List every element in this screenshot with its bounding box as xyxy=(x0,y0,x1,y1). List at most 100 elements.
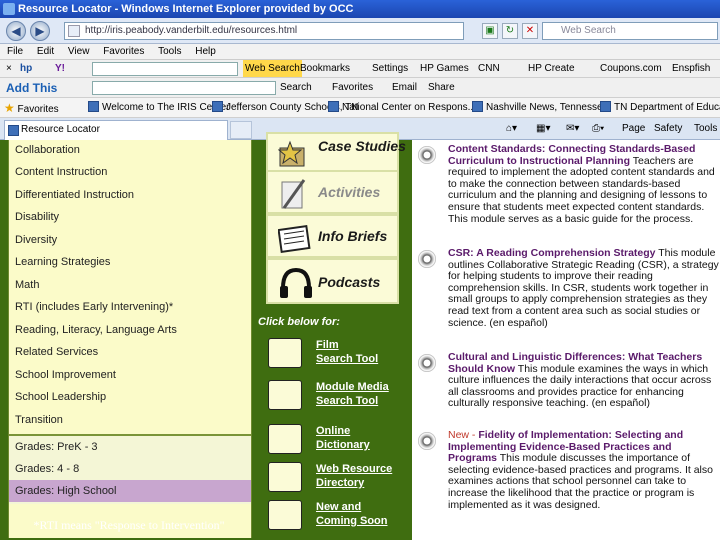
new-and-coming-soon-link[interactable]: New and Coming Soon xyxy=(268,500,398,534)
stop-icon[interactable]: ✕ xyxy=(522,23,538,39)
headphones-icon xyxy=(280,267,312,298)
film-search-tool-link[interactable]: Film Search Tool xyxy=(268,338,398,372)
tools-menu[interactable]: Tools xyxy=(694,118,717,140)
page-icon xyxy=(8,125,19,136)
address-bar-row: ◀ ▶ http://iris.peabody.vanderbilt.edu/r… xyxy=(0,18,720,44)
bookmarks-button[interactable]: Bookmarks xyxy=(300,60,350,77)
category-link[interactable]: Disability xyxy=(15,211,59,223)
bullet-icon xyxy=(418,250,436,268)
film-camera-icon xyxy=(268,338,302,368)
safety-menu[interactable]: Safety xyxy=(654,118,682,140)
category-link[interactable]: Diversity xyxy=(15,234,57,246)
settings-button[interactable]: Settings xyxy=(372,60,408,77)
podcasts-button[interactable]: Podcasts xyxy=(266,258,399,304)
category-list: Collaboration Content Instruction Differ… xyxy=(8,140,252,538)
page-menu[interactable]: Page xyxy=(622,118,645,140)
search-input[interactable]: Web Search xyxy=(542,22,718,40)
page-content: Collaboration Content Instruction Differ… xyxy=(0,132,720,540)
module-title-link[interactable]: CSR: A Reading Comprehension Strategy xyxy=(448,247,656,259)
favorite-link[interactable]: Welcome to The IRIS Center xyxy=(88,98,229,117)
web-resource-directory-link[interactable]: Web Resource Directory xyxy=(268,462,398,496)
mouse-icon xyxy=(268,462,302,492)
home-icon[interactable]: ⌂▾ xyxy=(506,118,517,140)
menu-file[interactable]: File xyxy=(7,46,23,57)
page-icon xyxy=(68,25,80,37)
feeds-icon[interactable]: ▦▾ xyxy=(536,118,550,140)
share-button[interactable]: Share xyxy=(428,78,455,97)
toolbar-close-icon[interactable]: × xyxy=(6,60,12,77)
ie-icon xyxy=(3,3,15,15)
page-icon xyxy=(328,101,339,112)
menu-help[interactable]: Help xyxy=(195,46,216,57)
hp-logo-icon[interactable]: hp xyxy=(20,60,32,77)
hp-games-button[interactable]: HP Games xyxy=(420,60,469,77)
category-link[interactable]: School Improvement xyxy=(15,369,116,381)
toolbar2-search-button[interactable]: Search xyxy=(280,78,312,97)
back-icon[interactable]: ◀ xyxy=(6,21,26,41)
module-media-search-tool-link[interactable]: Module Media Search Tool xyxy=(268,380,398,414)
toolbar-1: × hp Y! Web Search Bookmarks Settings HP… xyxy=(0,60,720,78)
page-icon xyxy=(600,101,611,112)
mail-icon[interactable]: ✉▾ xyxy=(566,118,579,140)
refresh-icon[interactable]: ↻ xyxy=(502,23,518,39)
category-link[interactable]: Differentiated Instruction xyxy=(15,189,134,201)
compatibility-icon[interactable]: ▣ xyxy=(482,23,498,39)
toolbar-2: Add This Search Favorites Email Share xyxy=(0,78,720,98)
menu-tools[interactable]: Tools xyxy=(158,46,181,57)
online-dictionary-link[interactable]: Online Dictionary xyxy=(268,424,398,458)
category-link[interactable]: Content Instruction xyxy=(15,166,107,178)
menu-edit[interactable]: Edit xyxy=(37,46,54,57)
address-input[interactable]: http://iris.peabody.vanderbilt.edu/resou… xyxy=(64,22,464,40)
info-briefs-button[interactable]: Info Briefs xyxy=(266,214,399,258)
sprout-icon xyxy=(268,500,302,530)
bullet-icon xyxy=(418,354,436,372)
grade-link[interactable]: Grades: 4 - 8 xyxy=(9,458,251,480)
coupons-button[interactable]: Coupons.com xyxy=(600,60,662,77)
category-link[interactable]: Reading, Literacy, Language Arts xyxy=(15,324,177,336)
cnn-button[interactable]: CNN xyxy=(478,60,500,77)
pencil-paper-icon xyxy=(281,179,306,209)
bullet-icon xyxy=(418,432,436,450)
page-icon xyxy=(472,101,483,112)
toolbar2-favorites-button[interactable]: Favorites xyxy=(332,78,373,97)
browser-window: Resource Locator - Windows Internet Expl… xyxy=(0,0,720,540)
category-link[interactable]: Math xyxy=(15,279,39,291)
window-title: Resource Locator - Windows Internet Expl… xyxy=(18,3,354,15)
add-this-button[interactable]: Add This xyxy=(6,78,57,97)
category-link[interactable]: Transition xyxy=(15,414,63,426)
media-icon xyxy=(268,380,302,410)
category-link[interactable]: Learning Strategies xyxy=(15,256,110,268)
newspaper-icon xyxy=(278,225,311,253)
activities-button[interactable]: Activities xyxy=(266,170,399,214)
print-icon[interactable]: ⎙▾ xyxy=(592,118,604,140)
favorite-link[interactable]: TN Department of Education xyxy=(600,98,720,117)
title-bar: Resource Locator - Windows Internet Expl… xyxy=(0,0,720,18)
category-link[interactable]: Collaboration xyxy=(15,144,80,156)
web-search-button[interactable]: Web Search xyxy=(243,60,302,77)
category-link[interactable]: Related Services xyxy=(15,346,98,358)
yahoo-logo-icon[interactable]: Y! xyxy=(55,60,65,77)
category-link[interactable]: RTI (includes Early Intervening)* xyxy=(15,301,173,313)
favorite-link[interactable]: Nashville News, Tennessee xyxy=(472,98,608,117)
toolbar-search-input[interactable] xyxy=(92,62,238,76)
star-icon: ★ xyxy=(4,101,15,115)
tab-resource-locator[interactable]: Resource Locator xyxy=(4,120,228,140)
hp-create-button[interactable]: HP Create xyxy=(528,60,575,77)
grade-link[interactable]: Grades: PreK - 3 xyxy=(9,436,251,458)
enspfish-button[interactable]: Enspfish xyxy=(672,60,710,77)
grade-link-selected[interactable]: Grades: High School xyxy=(9,480,251,502)
category-link[interactable]: School Leadership xyxy=(15,391,106,403)
menu-favorites[interactable]: Favorites xyxy=(103,46,144,57)
favorites-bar: ★ Favorites Welcome to The IRIS Center J… xyxy=(0,98,720,118)
toolbar2-search-input[interactable] xyxy=(92,81,276,95)
menu-view[interactable]: View xyxy=(68,46,90,57)
favorites-button[interactable]: ★ Favorites xyxy=(4,98,59,117)
new-tab-button[interactable] xyxy=(230,121,252,139)
forward-icon[interactable]: ▶ xyxy=(30,21,50,41)
case-studies-button[interactable]: Case Studies xyxy=(266,132,406,172)
star-folder-icon xyxy=(278,140,305,167)
bullet-icon xyxy=(418,146,436,164)
page-icon xyxy=(212,101,223,112)
email-button[interactable]: Email xyxy=(392,78,417,97)
favorite-link[interactable]: National Center on Respons... xyxy=(328,98,476,117)
